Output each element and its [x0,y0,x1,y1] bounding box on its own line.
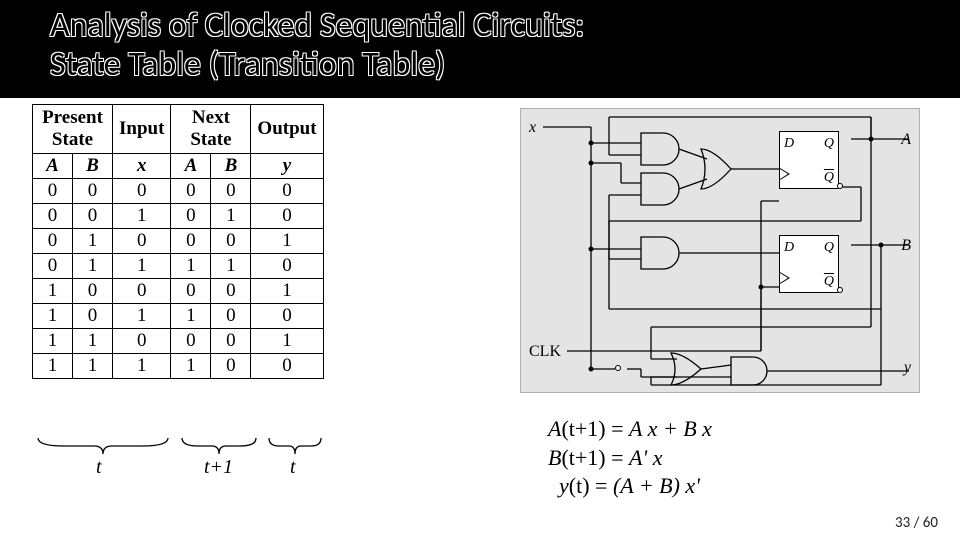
cell: 0 [73,279,113,304]
bracket-tp1-icon [178,438,260,456]
cell: 0 [73,304,113,329]
slide-title: Analysis of Clocked Sequential Circuits:… [0,0,960,96]
cell: 1 [73,329,113,354]
sub-y: y [251,154,323,179]
cell: 0 [211,329,251,354]
bracket-t-icon [34,438,172,456]
table-row: 110001 [33,329,324,354]
cell: 0 [171,279,211,304]
cell: 0 [33,204,73,229]
state-table: Present State Input Next State Output A … [32,104,324,379]
table-row: 011110 [33,254,324,279]
cell: 0 [113,229,171,254]
equation-A: A(t+1) = A x + B x [548,415,712,444]
time-label-tp1: t+1 [204,456,233,479]
col-input: Input [113,105,171,154]
cell: 1 [113,254,171,279]
cell: 1 [33,354,73,379]
cell: 1 [33,279,73,304]
clock-triangle-icon [780,272,790,284]
cell: 0 [251,354,323,379]
cell: 0 [171,204,211,229]
cell: 1 [251,329,323,354]
cell: 0 [113,329,171,354]
inverter-bubble-icon [615,365,621,371]
title-line-2: State Table (Transition Table) [50,45,910,84]
bracket-t2-icon [265,438,325,456]
cell: 1 [73,254,113,279]
cell: 1 [251,279,323,304]
cell: 1 [171,254,211,279]
table-row: 111100 [33,354,324,379]
cell: 1 [211,254,251,279]
cell: 0 [171,179,211,204]
sub-B: B [73,154,113,179]
cell: 0 [33,254,73,279]
title-line-1: Analysis of Clocked Sequential Circuits: [50,6,910,45]
table-row: 000000 [33,179,324,204]
cell: 1 [113,204,171,229]
flipflop-A: D Q Q [779,131,839,189]
table-row: 100001 [33,279,324,304]
cell: 1 [171,304,211,329]
page-number: 33 / 60 [895,514,938,532]
col-next-state: Next State [171,105,251,154]
cell: 1 [113,354,171,379]
cell: 1 [33,329,73,354]
cell: 0 [251,179,323,204]
circuit-diagram: x CLK A B y [520,108,920,393]
cell: 0 [211,354,251,379]
cell: 1 [73,229,113,254]
cell: 1 [171,354,211,379]
table-row: 101100 [33,304,324,329]
sub-Bn: B [211,154,251,179]
cell: 0 [171,329,211,354]
clock-triangle-icon [780,168,790,180]
equation-B: B(t+1) = A' x [548,444,712,473]
cell: 0 [113,179,171,204]
time-label-t2: t [290,456,296,479]
cell: 0 [113,279,171,304]
state-equations: A(t+1) = A x + B x B(t+1) = A' x y(t) = … [548,415,712,501]
cell: 0 [251,304,323,329]
cell: 1 [211,204,251,229]
equation-y: y(t) = (A + B) x' [548,472,712,501]
cell: 0 [33,229,73,254]
cell: 0 [211,304,251,329]
sub-x: x [113,154,171,179]
table-row: 001010 [33,204,324,229]
cell: 1 [251,229,323,254]
cell: 1 [73,354,113,379]
qbar-bubble-A-icon [837,183,843,189]
cell: 0 [73,204,113,229]
table-row: 010001 [33,229,324,254]
cell: 0 [251,254,323,279]
sub-An: A [171,154,211,179]
col-present-state: Present State [33,105,113,154]
flipflop-B: D Q Q [779,235,839,293]
cell: 1 [33,304,73,329]
time-label-t: t [96,456,102,479]
cell: 0 [171,229,211,254]
cell: 0 [251,204,323,229]
cell: 1 [113,304,171,329]
col-output: Output [251,105,323,154]
qbar-bubble-B-icon [837,287,843,293]
sub-A: A [33,154,73,179]
cell: 0 [73,179,113,204]
cell: 0 [211,279,251,304]
cell: 0 [211,229,251,254]
cell: 0 [211,179,251,204]
cell: 0 [33,179,73,204]
